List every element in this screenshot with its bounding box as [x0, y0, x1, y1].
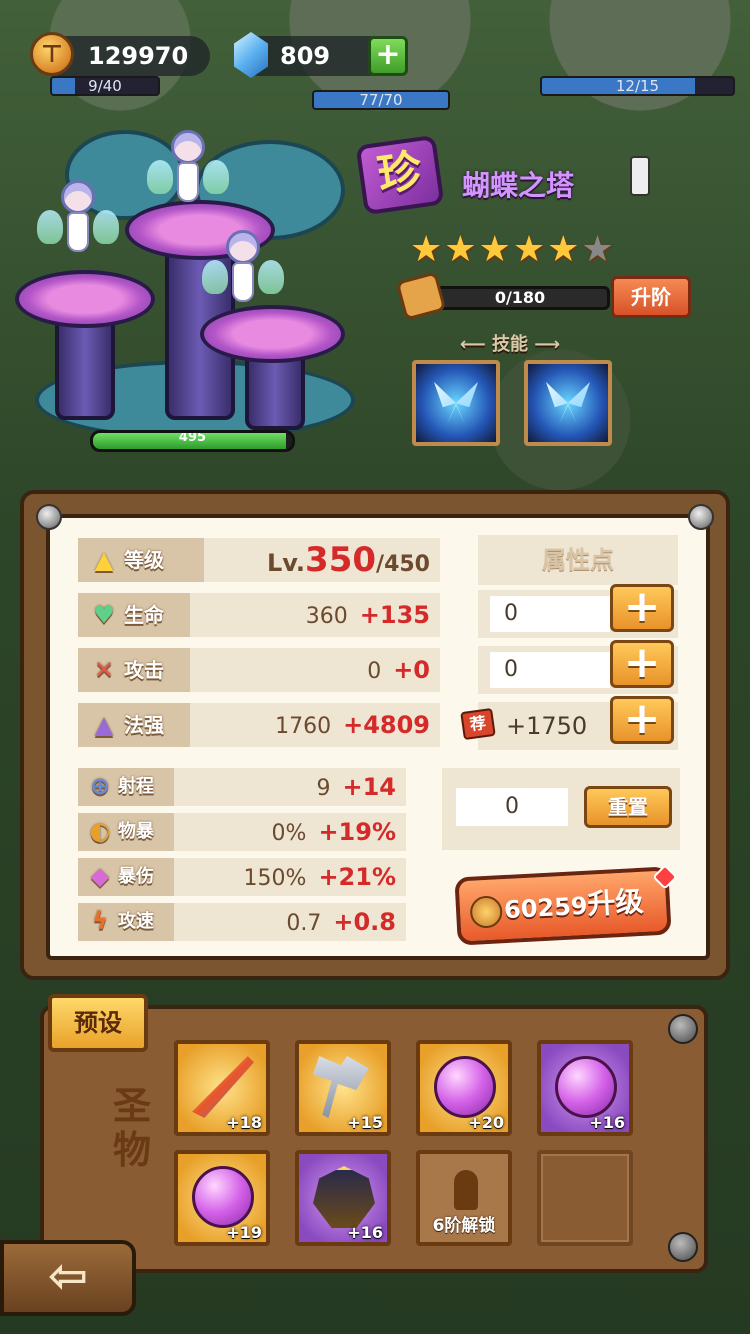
upgrade-tier-button[interactable]: 升阶 — [611, 276, 691, 318]
attr-row-magic: 荐 +1750 + — [460, 696, 678, 750]
stat-row-level: ▲ 等级 Lv.350/450 — [78, 538, 440, 582]
tower-hp-bar: 495 — [90, 430, 295, 452]
tower-hp-value: 495 — [178, 430, 207, 445]
shard-progress-bar: 0/180 — [430, 286, 610, 310]
relic-section-label: 圣物 — [112, 1084, 151, 1172]
relic-slot[interactable]: +18 — [174, 1040, 270, 1136]
skills-label: ⟵ 技能 ⟶ — [459, 334, 561, 355]
building-progress-center: 77/70 — [312, 90, 450, 110]
level-up-cost: 60259 — [503, 891, 589, 925]
helmet-icon: ◐ — [89, 817, 111, 845]
hp-points-field: 0 — [490, 596, 610, 632]
crystal-icon: ◆ — [90, 862, 110, 890]
wizard-hat-icon: ▲ — [94, 711, 114, 739]
star-filled-icon: ★ — [444, 229, 477, 270]
relic-slot[interactable]: +16 — [295, 1150, 391, 1246]
relic-slot[interactable]: +15 — [295, 1040, 391, 1136]
stat-row-magic: ▲ 法强 1760 +4809 — [78, 703, 440, 747]
gold-amount: 129970 — [88, 42, 189, 70]
stat-row-crit-damage: ◆ 暴伤 150% +21% — [78, 858, 406, 896]
star-empty-icon: ★ — [581, 229, 614, 270]
gold-coin-icon — [469, 895, 504, 929]
gem-amount: 809 — [280, 42, 331, 70]
remaining-points-box: 0 重置 — [442, 768, 680, 850]
dark-helm-icon — [313, 1166, 375, 1228]
star-rating: ★ ★ ★ ★ ★ ★ — [410, 232, 614, 268]
gold-coin-icon: ⊤ — [30, 32, 74, 76]
star-filled-icon: ★ — [547, 229, 580, 270]
flame-feather-icon — [192, 1056, 254, 1118]
purple-orb-icon — [192, 1166, 254, 1228]
fairy-figure — [147, 130, 229, 210]
relic-slot[interactable]: +19 — [174, 1150, 270, 1246]
attribute-points-header: 属性点 — [478, 535, 678, 585]
attack-points-field: 0 — [490, 652, 610, 688]
battle-axe-icon — [313, 1056, 369, 1118]
fairy-figure — [202, 230, 284, 310]
remaining-points-field: 0 — [456, 788, 568, 826]
relic-slot[interactable]: +16 — [537, 1040, 633, 1136]
add-magic-point-button[interactable]: + — [610, 696, 674, 744]
keyhole-icon — [454, 1170, 478, 1210]
current-level: 350 — [305, 540, 377, 580]
stat-row-range: ⊕ 射程 9 +14 — [78, 768, 406, 806]
butterfly-wing-skill-icon[interactable] — [412, 360, 500, 446]
level-up-label: 升级 — [586, 884, 645, 921]
reset-button[interactable]: 重置 — [584, 786, 672, 828]
star-filled-icon: ★ — [410, 229, 443, 270]
screw-decoration — [668, 1232, 698, 1262]
rarity-badge: 珍 — [355, 134, 445, 216]
recommend-badge: 荐 — [460, 707, 496, 741]
magic-points-value: +1750 — [506, 712, 588, 740]
lightning-icon: ϟ — [92, 907, 108, 935]
stat-row-attack: ✕ 攻击 0 +0 — [78, 648, 440, 692]
relic-slot[interactable]: +20 — [416, 1040, 512, 1136]
screw-decoration — [668, 1014, 698, 1044]
stat-row-hp: ♥ 生命 360 +135 — [78, 593, 440, 637]
back-arrow-button[interactable]: ⇦ — [0, 1240, 136, 1316]
heart-icon: ♥ — [93, 601, 115, 629]
attr-row-attack: 0 + — [478, 640, 678, 694]
tower-name: 蝴蝶之塔 — [462, 169, 575, 202]
sword-type-icon — [630, 156, 650, 196]
star-filled-icon: ★ — [512, 229, 546, 270]
relic-slot-locked[interactable]: 6阶解锁 — [416, 1150, 512, 1246]
level-up-button[interactable]: 60259升级 — [454, 866, 672, 946]
add-gems-button[interactable]: + — [368, 36, 408, 76]
butterfly-tower-illustration — [15, 110, 375, 460]
purple-orb-icon — [434, 1056, 496, 1118]
sword-icon: ✕ — [93, 656, 115, 684]
preset-tab[interactable]: 预设 — [48, 994, 148, 1052]
add-attack-point-button[interactable]: + — [610, 640, 674, 688]
fairy-figure — [37, 180, 119, 260]
stat-row-attack-speed: ϟ 攻速 0.7 +0.8 — [78, 903, 406, 941]
add-hp-point-button[interactable]: + — [610, 584, 674, 632]
purple-orb-icon — [555, 1056, 617, 1118]
crown-icon: ▲ — [94, 546, 114, 574]
stat-row-crit-rate: ◐ 物暴 0% +19% — [78, 813, 406, 851]
star-filled-icon: ★ — [478, 229, 511, 270]
building-progress-right: 12/15 — [540, 76, 735, 96]
target-icon: ⊕ — [89, 772, 111, 800]
butterfly-burst-skill-icon[interactable] — [524, 360, 612, 446]
attr-row-hp: 0 + — [478, 584, 678, 638]
building-progress-left: 9/40 — [50, 76, 160, 96]
relic-slot-empty — [537, 1150, 633, 1246]
unlock-requirement: 6阶解锁 — [432, 1216, 496, 1236]
